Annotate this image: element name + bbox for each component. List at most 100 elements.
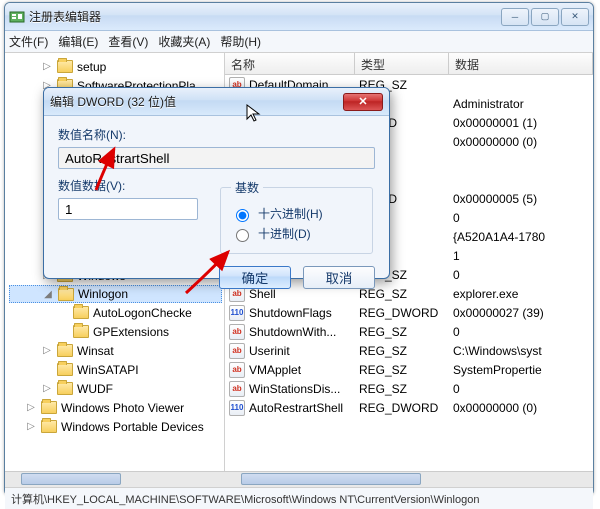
value-data: 0	[449, 325, 593, 339]
table-row[interactable]: ab ShutdownWith... REG_SZ0	[225, 322, 593, 341]
value-data: 1	[449, 249, 593, 263]
window-title: 注册表编辑器	[29, 8, 501, 25]
value-data: SystemPropertie	[449, 363, 593, 377]
value-name: Userinit	[249, 344, 290, 358]
tree-item[interactable]: ▷ setup	[9, 57, 222, 76]
tree-item-label: GPExtensions	[93, 325, 169, 339]
radix-legend: 基数	[231, 179, 263, 196]
tree-item-label: Winsat	[77, 344, 114, 358]
menu-favorites[interactable]: 收藏夹(A)	[158, 33, 210, 50]
value-data: 0x00000000 (0)	[449, 401, 593, 415]
expand-icon[interactable]: ▷	[25, 402, 37, 413]
menubar: 文件(F) 编辑(E) 查看(V) 收藏夹(A) 帮助(H)	[5, 31, 593, 53]
table-row[interactable]: 110 ShutdownFlags REG_DWORD0x00000027 (39)	[225, 303, 593, 322]
table-row[interactable]: ab VMApplet REG_SZSystemPropertie	[225, 360, 593, 379]
value-type: REG_SZ	[355, 325, 449, 339]
table-row[interactable]: ab WinStationsDis... REG_SZ0	[225, 379, 593, 398]
value-name: ShutdownFlags	[249, 306, 332, 320]
titlebar[interactable]: 注册表编辑器 ─ ▢ ✕	[5, 3, 593, 31]
tree-item[interactable]: ▷ Winsat	[9, 341, 222, 360]
app-icon	[9, 9, 25, 25]
radix-dec-radio[interactable]	[236, 229, 249, 242]
table-row[interactable]: ab Userinit REG_SZC:\Windows\syst	[225, 341, 593, 360]
maximize-button[interactable]: ▢	[531, 8, 559, 26]
value-data-input[interactable]	[58, 198, 198, 220]
value-type: REG_SZ	[355, 363, 449, 377]
value-name: ShutdownWith...	[249, 325, 336, 339]
folder-icon	[57, 60, 73, 73]
value-name: WinStationsDis...	[249, 382, 340, 396]
value-dword-icon: 110	[229, 400, 245, 416]
value-type: REG_SZ	[355, 382, 449, 396]
table-row[interactable]: 110 AutoRestrartShell REG_DWORD0x00000000 …	[225, 398, 593, 417]
value-string-icon: ab	[229, 381, 245, 397]
edit-dword-dialog: 编辑 DWORD (32 位)值 ✕ 数值名称(N): 数值数据(V): 基数 …	[43, 87, 390, 279]
radix-hex[interactable]: 十六进制(H)	[231, 205, 362, 222]
expand-icon[interactable]: ▷	[41, 61, 53, 72]
value-data: 0	[449, 268, 593, 282]
statusbar: 计算机\HKEY_LOCAL_MACHINE\SOFTWARE\Microsof…	[5, 487, 593, 509]
value-data-label: 数值数据(V):	[58, 177, 198, 194]
folder-icon	[57, 382, 73, 395]
tree-item[interactable]: GPExtensions	[9, 322, 222, 341]
value-name-input[interactable]	[58, 147, 375, 169]
dialog-title: 编辑 DWORD (32 位)值	[50, 93, 343, 110]
tree-item-label: WUDF	[77, 382, 113, 396]
value-data: 0x00000000 (0)	[449, 135, 593, 149]
menu-view[interactable]: 查看(V)	[108, 33, 148, 50]
radix-dec[interactable]: 十进制(D)	[231, 225, 362, 242]
folder-icon	[41, 401, 57, 414]
tree-item[interactable]: AutoLogonChecke	[9, 303, 222, 322]
value-string-icon: ab	[229, 324, 245, 340]
radix-group: 基数 十六进制(H) 十进制(D)	[220, 179, 373, 254]
value-type: REG_DWORD	[355, 306, 449, 320]
expand-icon[interactable]: ▷	[41, 345, 53, 356]
tree-item[interactable]: ▷ WUDF	[9, 379, 222, 398]
menu-edit[interactable]: 编辑(E)	[58, 33, 98, 50]
value-type: REG_DWORD	[355, 401, 449, 415]
value-data: 0	[449, 382, 593, 396]
menu-file[interactable]: 文件(F)	[9, 33, 48, 50]
tree-item-label: WinSATAPI	[77, 363, 139, 377]
minimize-button[interactable]: ─	[501, 8, 529, 26]
list-header[interactable]: 名称 类型 数据	[225, 53, 593, 75]
col-data[interactable]: 数据	[449, 53, 593, 74]
folder-icon	[73, 306, 89, 319]
value-data: Administrator	[449, 97, 593, 111]
value-data: {A520A1A4-1780	[449, 230, 593, 244]
value-name-label: 数值名称(N):	[58, 126, 375, 143]
value-data: C:\Windows\syst	[449, 344, 593, 358]
value-data: 0x00000005 (5)	[449, 192, 593, 206]
tree-item[interactable]: WinSATAPI	[9, 360, 222, 379]
tree-item[interactable]: ▷ Windows Photo Viewer	[9, 398, 222, 417]
value-type: REG_SZ	[355, 344, 449, 358]
value-dword-icon: 110	[229, 305, 245, 321]
value-name: VMApplet	[249, 363, 301, 377]
tree-item[interactable]: ▷ Windows Portable Devices	[9, 417, 222, 436]
value-data: 0x00000001 (1)	[449, 116, 593, 130]
col-name[interactable]: 名称	[225, 53, 355, 74]
tree-item-label: AutoLogonChecke	[93, 306, 192, 320]
ok-button[interactable]: 确定	[219, 266, 291, 289]
tree-item-label: Windows Portable Devices	[61, 420, 204, 434]
col-type[interactable]: 类型	[355, 53, 449, 74]
folder-icon	[73, 325, 89, 338]
value-data: explorer.exe	[449, 287, 593, 301]
folder-icon	[57, 363, 73, 376]
expand-icon[interactable]: ▷	[25, 421, 37, 432]
radix-hex-radio[interactable]	[236, 209, 249, 222]
value-string-icon: ab	[229, 343, 245, 359]
cancel-button[interactable]: 取消	[303, 266, 375, 289]
value-data: 0	[449, 211, 593, 225]
dialog-titlebar[interactable]: 编辑 DWORD (32 位)值 ✕	[44, 88, 389, 116]
tree-item-label: setup	[77, 60, 106, 74]
value-data: 0x00000027 (39)	[449, 306, 593, 320]
folder-icon	[57, 344, 73, 357]
expand-icon[interactable]: ▷	[41, 383, 53, 394]
dialog-close-button[interactable]: ✕	[343, 93, 383, 111]
tree-item-label: Windows Photo Viewer	[61, 401, 184, 415]
close-button[interactable]: ✕	[561, 8, 589, 26]
value-name: AutoRestrartShell	[249, 401, 343, 415]
menu-help[interactable]: 帮助(H)	[220, 33, 261, 50]
value-string-icon: ab	[229, 362, 245, 378]
